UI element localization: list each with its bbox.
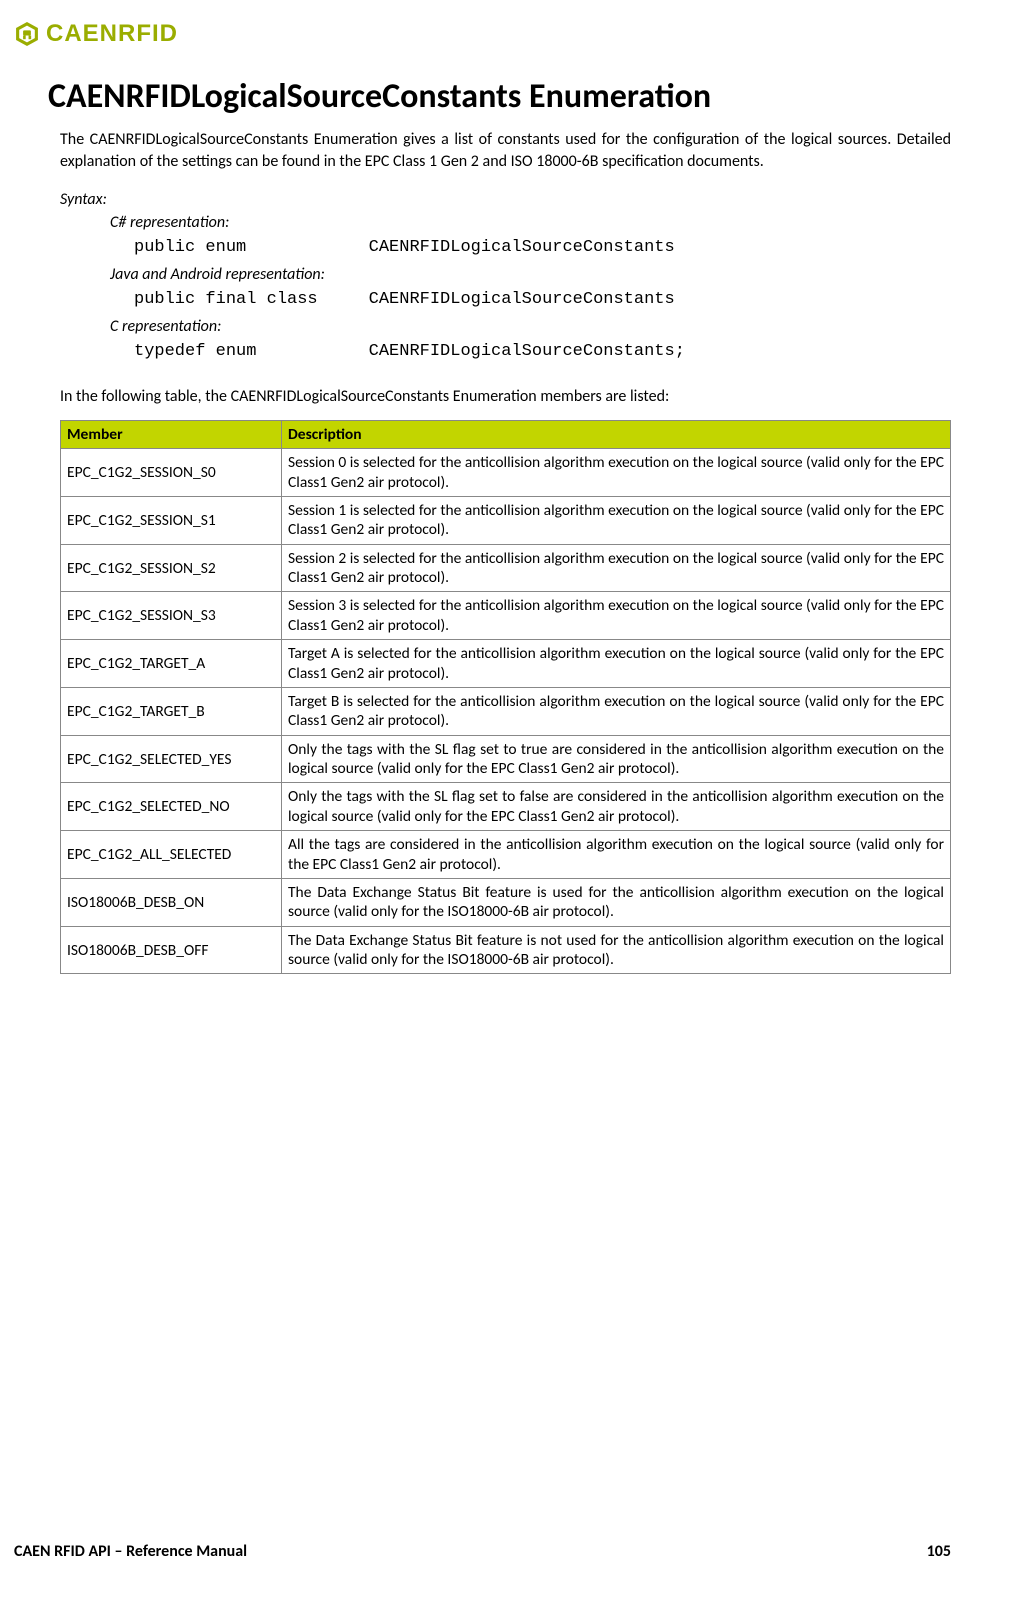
description-cell: The Data Exchange Status Bit feature is … bbox=[282, 878, 951, 926]
table-row: ISO18006B_DESB_OFFThe Data Exchange Stat… bbox=[61, 926, 951, 974]
page-footer: CAEN RFID API – Reference Manual 105 bbox=[14, 1542, 951, 1561]
representation-block: Java and Android representation: public f… bbox=[110, 265, 951, 309]
table-row: EPC_C1G2_SELECTED_YESOnly the tags with … bbox=[61, 735, 951, 783]
description-cell: Session 2 is selected for the anticollis… bbox=[282, 544, 951, 592]
description-cell: Target A is selected for the anticollisi… bbox=[282, 640, 951, 688]
member-cell: EPC_C1G2_SESSION_S3 bbox=[61, 592, 282, 640]
enum-table: Member Description EPC_C1G2_SESSION_S0Se… bbox=[60, 420, 951, 974]
representation-code: public final class CAENRFIDLogicalSource… bbox=[134, 290, 951, 309]
syntax-label: Syntax: bbox=[60, 190, 951, 209]
table-row: EPC_C1G2_TARGET_BTarget B is selected fo… bbox=[61, 687, 951, 735]
representation-label: C# representation: bbox=[110, 213, 951, 232]
table-row: EPC_C1G2_SELECTED_NOOnly the tags with t… bbox=[61, 783, 951, 831]
rfid-icon bbox=[14, 21, 40, 47]
table-row: ISO18006B_DESB_ONThe Data Exchange Statu… bbox=[61, 878, 951, 926]
table-row: EPC_C1G2_TARGET_ATarget A is selected fo… bbox=[61, 640, 951, 688]
description-cell: Session 3 is selected for the anticollis… bbox=[282, 592, 951, 640]
representation-label: C representation: bbox=[110, 317, 951, 336]
member-cell: ISO18006B_DESB_ON bbox=[61, 878, 282, 926]
member-cell: ISO18006B_DESB_OFF bbox=[61, 926, 282, 974]
table-row: EPC_C1G2_SESSION_S2Session 2 is selected… bbox=[61, 544, 951, 592]
table-row: EPC_C1G2_ALL_SELECTEDAll the tags are co… bbox=[61, 831, 951, 879]
member-cell: EPC_C1G2_TARGET_B bbox=[61, 687, 282, 735]
document-page: CAENRFID CAENRFIDLogicalSourceConstants … bbox=[0, 0, 1011, 1601]
member-cell: EPC_C1G2_SELECTED_YES bbox=[61, 735, 282, 783]
representation-block: C representation: typedef enum CAENRFIDLo… bbox=[110, 317, 951, 361]
representation-block: C# representation: public enum CAENRFIDLo… bbox=[110, 213, 951, 257]
footer-left: CAEN RFID API – Reference Manual bbox=[14, 1542, 247, 1561]
table-row: EPC_C1G2_SESSION_S3Session 3 is selected… bbox=[61, 592, 951, 640]
member-cell: EPC_C1G2_ALL_SELECTED bbox=[61, 831, 282, 879]
brand-text: CAENRFID bbox=[46, 20, 178, 48]
table-row: EPC_C1G2_SESSION_S1Session 1 is selected… bbox=[61, 496, 951, 544]
intro-paragraph: The CAENRFIDLogicalSourceConstants Enume… bbox=[60, 129, 951, 172]
description-cell: All the tags are considered in the antic… bbox=[282, 831, 951, 879]
member-cell: EPC_C1G2_TARGET_A bbox=[61, 640, 282, 688]
representation-label: Java and Android representation: bbox=[110, 265, 951, 284]
page-title: CAENRFIDLogicalSourceConstants Enumerati… bbox=[48, 76, 951, 117]
member-cell: EPC_C1G2_SESSION_S0 bbox=[61, 449, 282, 497]
description-cell: The Data Exchange Status Bit feature is … bbox=[282, 926, 951, 974]
description-cell: Session 0 is selected for the anticollis… bbox=[282, 449, 951, 497]
col-member: Member bbox=[61, 421, 282, 449]
representations: C# representation: public enum CAENRFIDLo… bbox=[60, 213, 951, 361]
member-cell: EPC_C1G2_SESSION_S1 bbox=[61, 496, 282, 544]
representation-code: public enum CAENRFIDLogicalSourceConstan… bbox=[134, 238, 951, 257]
description-cell: Session 1 is selected for the anticollis… bbox=[282, 496, 951, 544]
col-description: Description bbox=[282, 421, 951, 449]
table-header-row: Member Description bbox=[61, 421, 951, 449]
footer-page-number: 105 bbox=[927, 1542, 951, 1561]
representation-code: typedef enum CAENRFIDLogicalSourceConsta… bbox=[134, 342, 951, 361]
table-intro: In the following table, the CAENRFIDLogi… bbox=[60, 387, 951, 406]
description-cell: Only the tags with the SL flag set to tr… bbox=[282, 735, 951, 783]
table-row: EPC_C1G2_SESSION_S0Session 0 is selected… bbox=[61, 449, 951, 497]
brand-logo: CAENRFID bbox=[14, 20, 951, 48]
description-cell: Only the tags with the SL flag set to fa… bbox=[282, 783, 951, 831]
member-cell: EPC_C1G2_SESSION_S2 bbox=[61, 544, 282, 592]
description-cell: Target B is selected for the anticollisi… bbox=[282, 687, 951, 735]
member-cell: EPC_C1G2_SELECTED_NO bbox=[61, 783, 282, 831]
